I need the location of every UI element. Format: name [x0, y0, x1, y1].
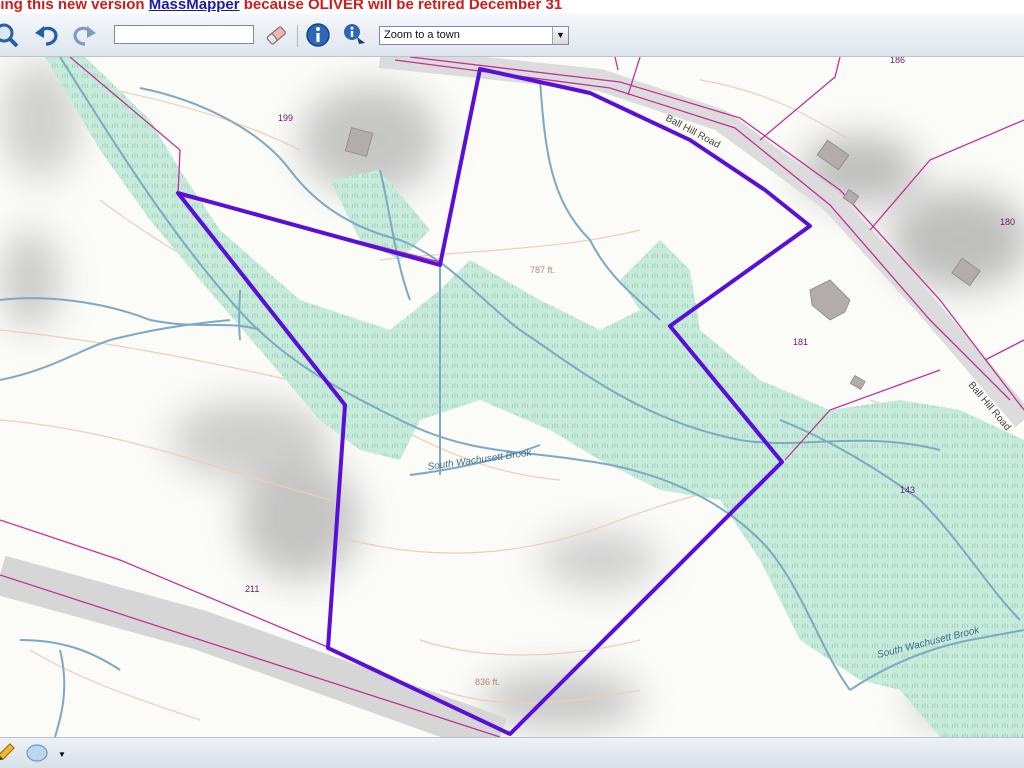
zoom-search-icon[interactable]: [0, 21, 20, 49]
contour-label: 836 ft.: [475, 677, 500, 687]
map-svg: 199 186 180 181 143 211 Ball Hill Road B…: [0, 57, 1024, 737]
contour-label: 787 ft.: [530, 265, 555, 275]
massmapper-link[interactable]: MassMapper: [149, 0, 240, 13]
redo-icon[interactable]: [70, 21, 98, 49]
shape-icon[interactable]: [26, 743, 48, 763]
town-select-value: Zoom to a town: [384, 29, 460, 41]
bottom-toolbar: ▼: [0, 737, 1024, 768]
undo-icon[interactable]: [33, 21, 61, 49]
parcel-label: 181: [793, 337, 808, 347]
parcel-label: 211: [245, 584, 259, 594]
banner-text-tail: because OLIVER will be retired December …: [239, 0, 563, 13]
identify-info-icon[interactable]: [304, 21, 332, 49]
identify-point-icon[interactable]: [340, 21, 368, 49]
parcel-label: 186: [890, 57, 905, 65]
stream-label: South Wachusett Brook: [427, 447, 533, 473]
banner-text-lead: sing this new version: [0, 0, 149, 13]
toolbar-separator: [297, 25, 298, 47]
chevron-down-icon[interactable]: ▼: [58, 750, 66, 759]
map-toolbar: Zoom to a town ▼: [0, 14, 1024, 57]
pencil-icon[interactable]: [0, 742, 16, 764]
parcel-label: 180: [1000, 217, 1015, 227]
zoom-to-town-select[interactable]: Zoom to a town ▼: [379, 26, 569, 45]
search-input[interactable]: [114, 25, 254, 44]
eraser-icon[interactable]: [262, 21, 290, 49]
parcel-label: 143: [900, 485, 915, 495]
retirement-banner: sing this new version MassMapper because…: [0, 0, 1024, 14]
map-canvas[interactable]: 199 186 180 181 143 211 Ball Hill Road B…: [0, 57, 1024, 737]
chevron-down-icon: ▼: [552, 27, 568, 44]
parcel-label: 199: [278, 113, 293, 123]
